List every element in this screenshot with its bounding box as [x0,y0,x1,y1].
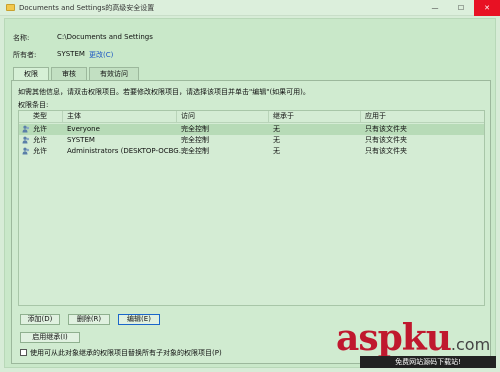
cell-principal: Everyone [67,125,100,133]
title-bar: Documents and Settings的高级安全设置 — ☐ ✕ [0,0,500,16]
users-icon [22,136,30,144]
tab-effective-access[interactable]: 有效访问 [89,67,139,80]
list-header: 类型 主体 访问 继承于 应用于 [19,111,484,123]
cell-inherited-from: 无 [273,125,280,133]
watermark-tagline: 免费网站源码下载站! [360,356,496,368]
cell-type: 允许 [33,147,47,155]
add-button[interactable]: 添加(D) [20,314,60,325]
column-header-inherited-from[interactable]: 继承于 [273,111,294,122]
change-owner-link[interactable]: 更改(C) [89,50,113,60]
folder-icon [6,4,15,11]
tab-auditing[interactable]: 审核 [51,67,87,80]
cell-applies-to: 只有该文件夹 [365,125,407,133]
owner-label: 所有者: [13,51,37,59]
cell-applies-to: 只有该文件夹 [365,147,407,155]
name-label: 名称: [13,34,30,42]
table-row[interactable]: 允许 SYSTEM 完全控制 无 只有该文件夹 [19,135,484,146]
remove-button[interactable]: 删除(R) [68,314,110,325]
replace-child-permissions-checkbox[interactable] [20,349,27,356]
cell-inherited-from: 无 [273,136,280,144]
name-value: C:\Documents and Settings [57,33,153,41]
cell-applies-to: 只有该文件夹 [365,136,407,144]
permission-entries-label: 权限条目: [18,101,49,109]
cell-access: 完全控制 [181,125,209,133]
info-text: 如需其他信息，请双击权限项目。若要修改权限项目，请选择该项目并单击"编辑"(如果… [18,88,310,96]
table-row[interactable]: 允许 Administrators (DESKTOP-OCBG... 完全控制 … [19,146,484,157]
cell-inherited-from: 无 [273,147,280,155]
advanced-security-dialog: 名称: C:\Documents and Settings 所有者: SYSTE… [4,18,496,368]
enable-inheritance-button[interactable]: 启用继承(I) [20,332,80,343]
tab-permissions[interactable]: 权限 [13,67,49,81]
permission-entries-list[interactable]: 类型 主体 访问 继承于 应用于 允许 Everyone 完全控制 无 只有该文… [18,110,485,306]
column-header-type[interactable]: 类型 [33,111,47,122]
column-header-principal[interactable]: 主体 [67,111,81,122]
replace-child-permissions-label: 使用可从此对象继承的权限项目替换所有子对象的权限项目(P) [30,349,222,357]
cell-type: 允许 [33,136,47,144]
cell-type: 允许 [33,125,47,133]
column-header-access[interactable]: 访问 [181,111,195,122]
cell-access: 完全控制 [181,147,209,155]
close-button[interactable]: ✕ [474,0,500,16]
users-icon [22,125,30,133]
window-title: Documents and Settings的高级安全设置 [19,4,155,12]
column-header-applies-to[interactable]: 应用于 [365,111,386,122]
tab-bar: 权限 审核 有效访问 [13,67,141,81]
table-row[interactable]: 允许 Everyone 完全控制 无 只有该文件夹 [19,124,484,135]
maximize-button[interactable]: ☐ [448,0,474,16]
cell-access: 完全控制 [181,136,209,144]
cell-principal: Administrators (DESKTOP-OCBG... [67,147,186,155]
cell-principal: SYSTEM [67,136,95,144]
users-icon [22,147,30,155]
owner-value: SYSTEM [57,50,85,58]
watermark-logo: aspku.com 免费网站源码下载站! [336,318,496,368]
minimize-button[interactable]: — [422,0,448,16]
edit-button[interactable]: 编辑(E) [118,314,160,325]
